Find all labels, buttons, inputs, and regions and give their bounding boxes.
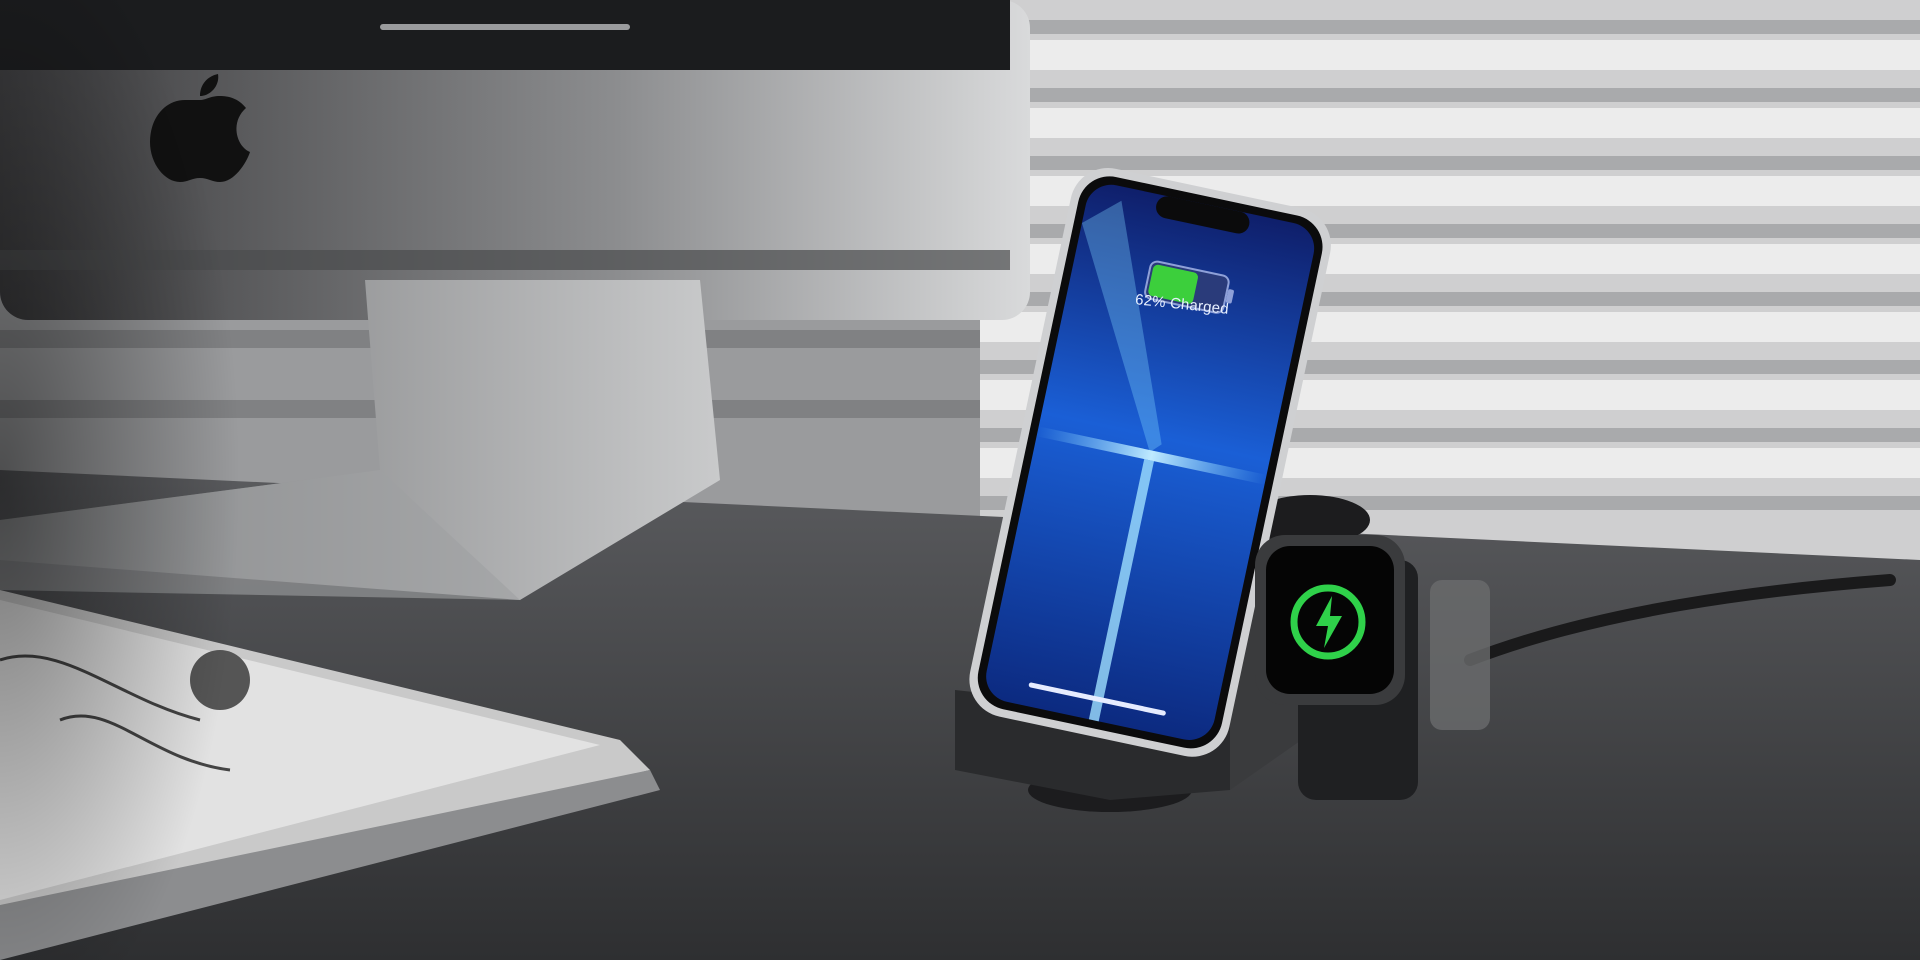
product-photo: 62% Charged: [0, 0, 1920, 960]
scene-illustration: [0, 0, 1920, 960]
